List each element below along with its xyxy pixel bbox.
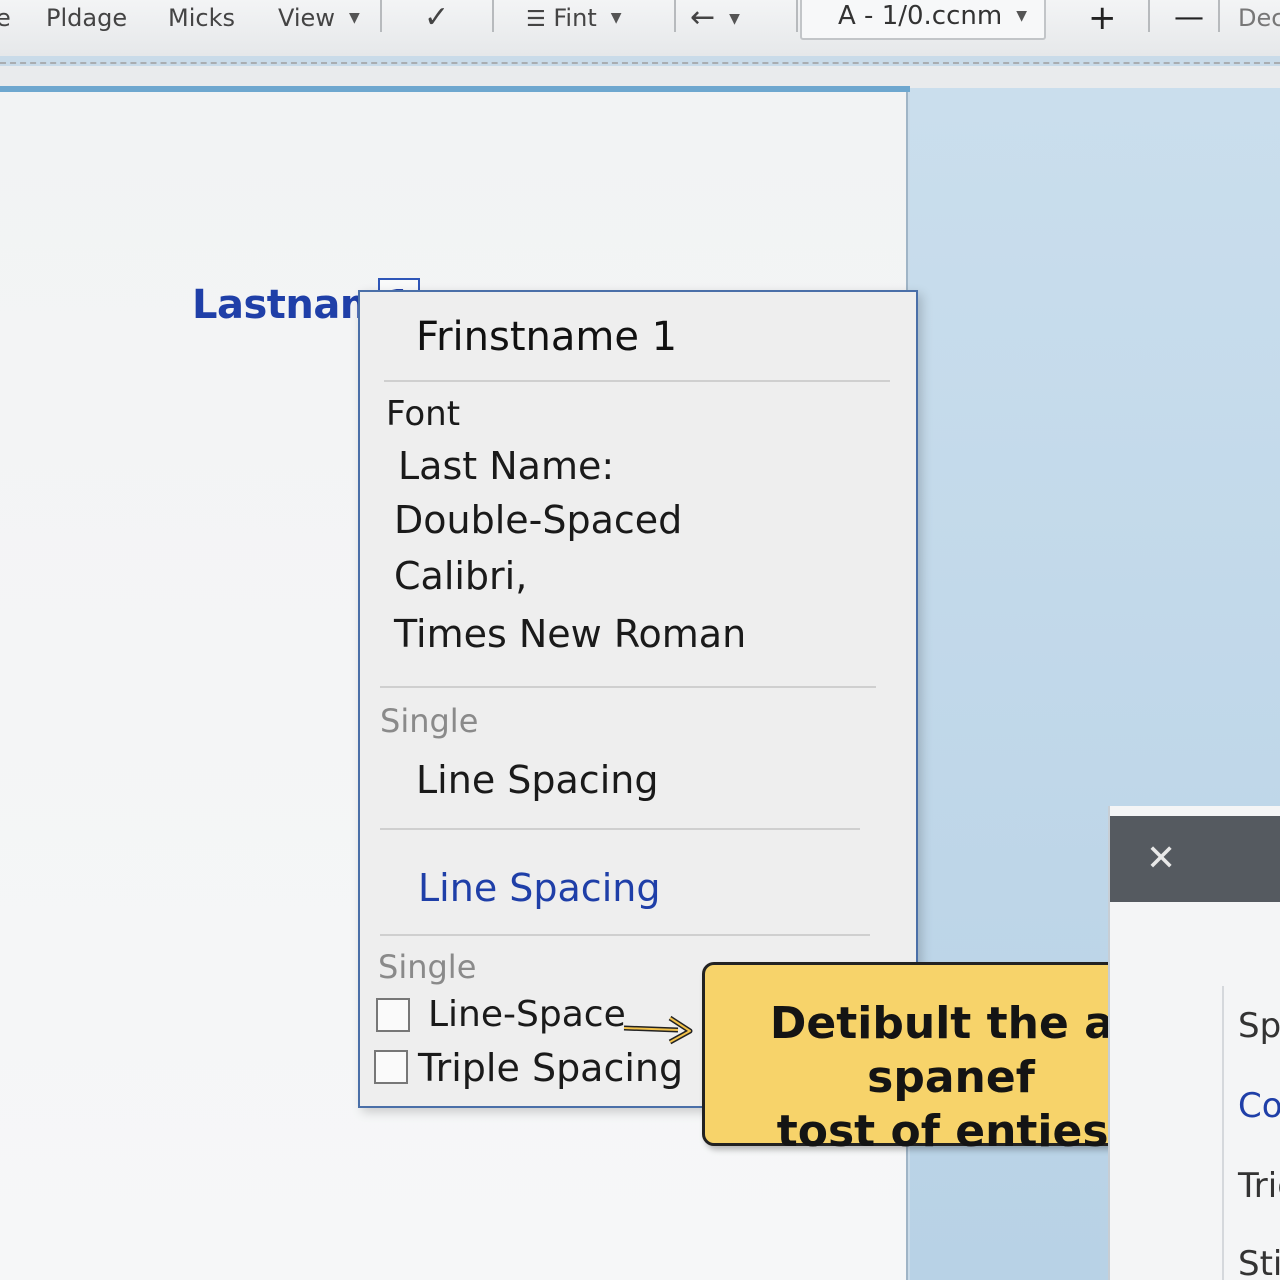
chevron-down-icon: ▼: [729, 11, 740, 27]
chevron-down-icon: ▼: [610, 10, 622, 26]
address-value: A - 1/0.ccnm: [838, 1, 1003, 31]
toolbar-separator: [380, 0, 382, 32]
section-heading-single: Single: [378, 948, 477, 986]
checkbox-label: Triple Spacing: [418, 1046, 684, 1090]
side-panel-item[interactable]: Sti: [1238, 1244, 1280, 1280]
zoom-out-button[interactable]: —: [1174, 0, 1204, 40]
list-item[interactable]: Calibri,: [394, 554, 527, 598]
check-icon[interactable]: ✓: [424, 0, 449, 40]
toolbar-view-label: View: [278, 4, 335, 32]
address-dropdown[interactable]: A - 1/0.ccnm ▼: [800, 0, 1046, 40]
toolbar-separator: [1148, 0, 1150, 32]
dropdown-divider: [380, 934, 870, 936]
section-heading-single: Single: [380, 702, 479, 740]
checkbox-triple-spacing[interactable]: [374, 1050, 408, 1084]
side-panel-item[interactable]: Sp: [1238, 1006, 1280, 1046]
list-item[interactable]: Double-Spaced: [394, 498, 682, 542]
toolbar-separator: [796, 0, 798, 32]
toolbar-item-e[interactable]: e: [0, 0, 11, 40]
checkbox-label: Line-Space: [428, 994, 626, 1035]
ruler-strip: [0, 66, 1280, 88]
side-panel-header: ✕: [1110, 816, 1280, 902]
zoom-in-button[interactable]: +: [1088, 0, 1117, 40]
dropdown-divider: [380, 828, 860, 830]
dropdown-title[interactable]: Frinstname 1: [416, 314, 677, 360]
list-item-line-spacing-highlighted[interactable]: Line Spacing: [418, 866, 660, 910]
list-item-line-spacing[interactable]: Line Spacing: [416, 758, 658, 802]
toolbar-format-menu[interactable]: ☰ Fint ▼: [526, 0, 622, 40]
back-arrow-icon: ←: [690, 0, 716, 35]
chevron-down-icon: ▼: [1016, 8, 1027, 24]
list-item[interactable]: Times New Roman: [394, 612, 746, 656]
side-panel-item[interactable]: Trie: [1238, 1166, 1280, 1206]
chevron-down-icon: ▼: [348, 10, 360, 26]
dropdown-divider: [380, 686, 876, 688]
toolbar-separator: [674, 0, 676, 32]
toolbar-view-menu[interactable]: View ▼: [278, 0, 360, 40]
dropdown-divider: [384, 380, 890, 382]
toolbar-separator: [492, 0, 494, 32]
section-heading-font: Font: [386, 394, 461, 434]
list-format-icon: ☰: [526, 7, 546, 32]
checkbox-line-space[interactable]: [376, 998, 410, 1032]
toolbar-separator: [1218, 0, 1220, 32]
top-toolbar: e Pldage Micks View ▼ ✓ ☰ Fint ▼ ← ▼ A - 1/…: [0, 0, 1280, 56]
list-item[interactable]: Last Name:: [398, 444, 614, 488]
toolbar-dashed-divider: [0, 62, 1280, 64]
toolbar-item-dec[interactable]: Dec: [1238, 0, 1280, 40]
toolbar-item-pldage[interactable]: Pldage: [46, 0, 127, 40]
toolbar-item-micks[interactable]: Micks: [168, 0, 235, 40]
toolbar-format-label: Fint: [553, 4, 597, 32]
pointer-arrow-icon: [623, 1015, 693, 1045]
close-icon[interactable]: ✕: [1146, 838, 1176, 879]
side-panel-item[interactable]: Co: [1238, 1086, 1280, 1126]
undo-menu[interactable]: ← ▼: [690, 0, 740, 40]
